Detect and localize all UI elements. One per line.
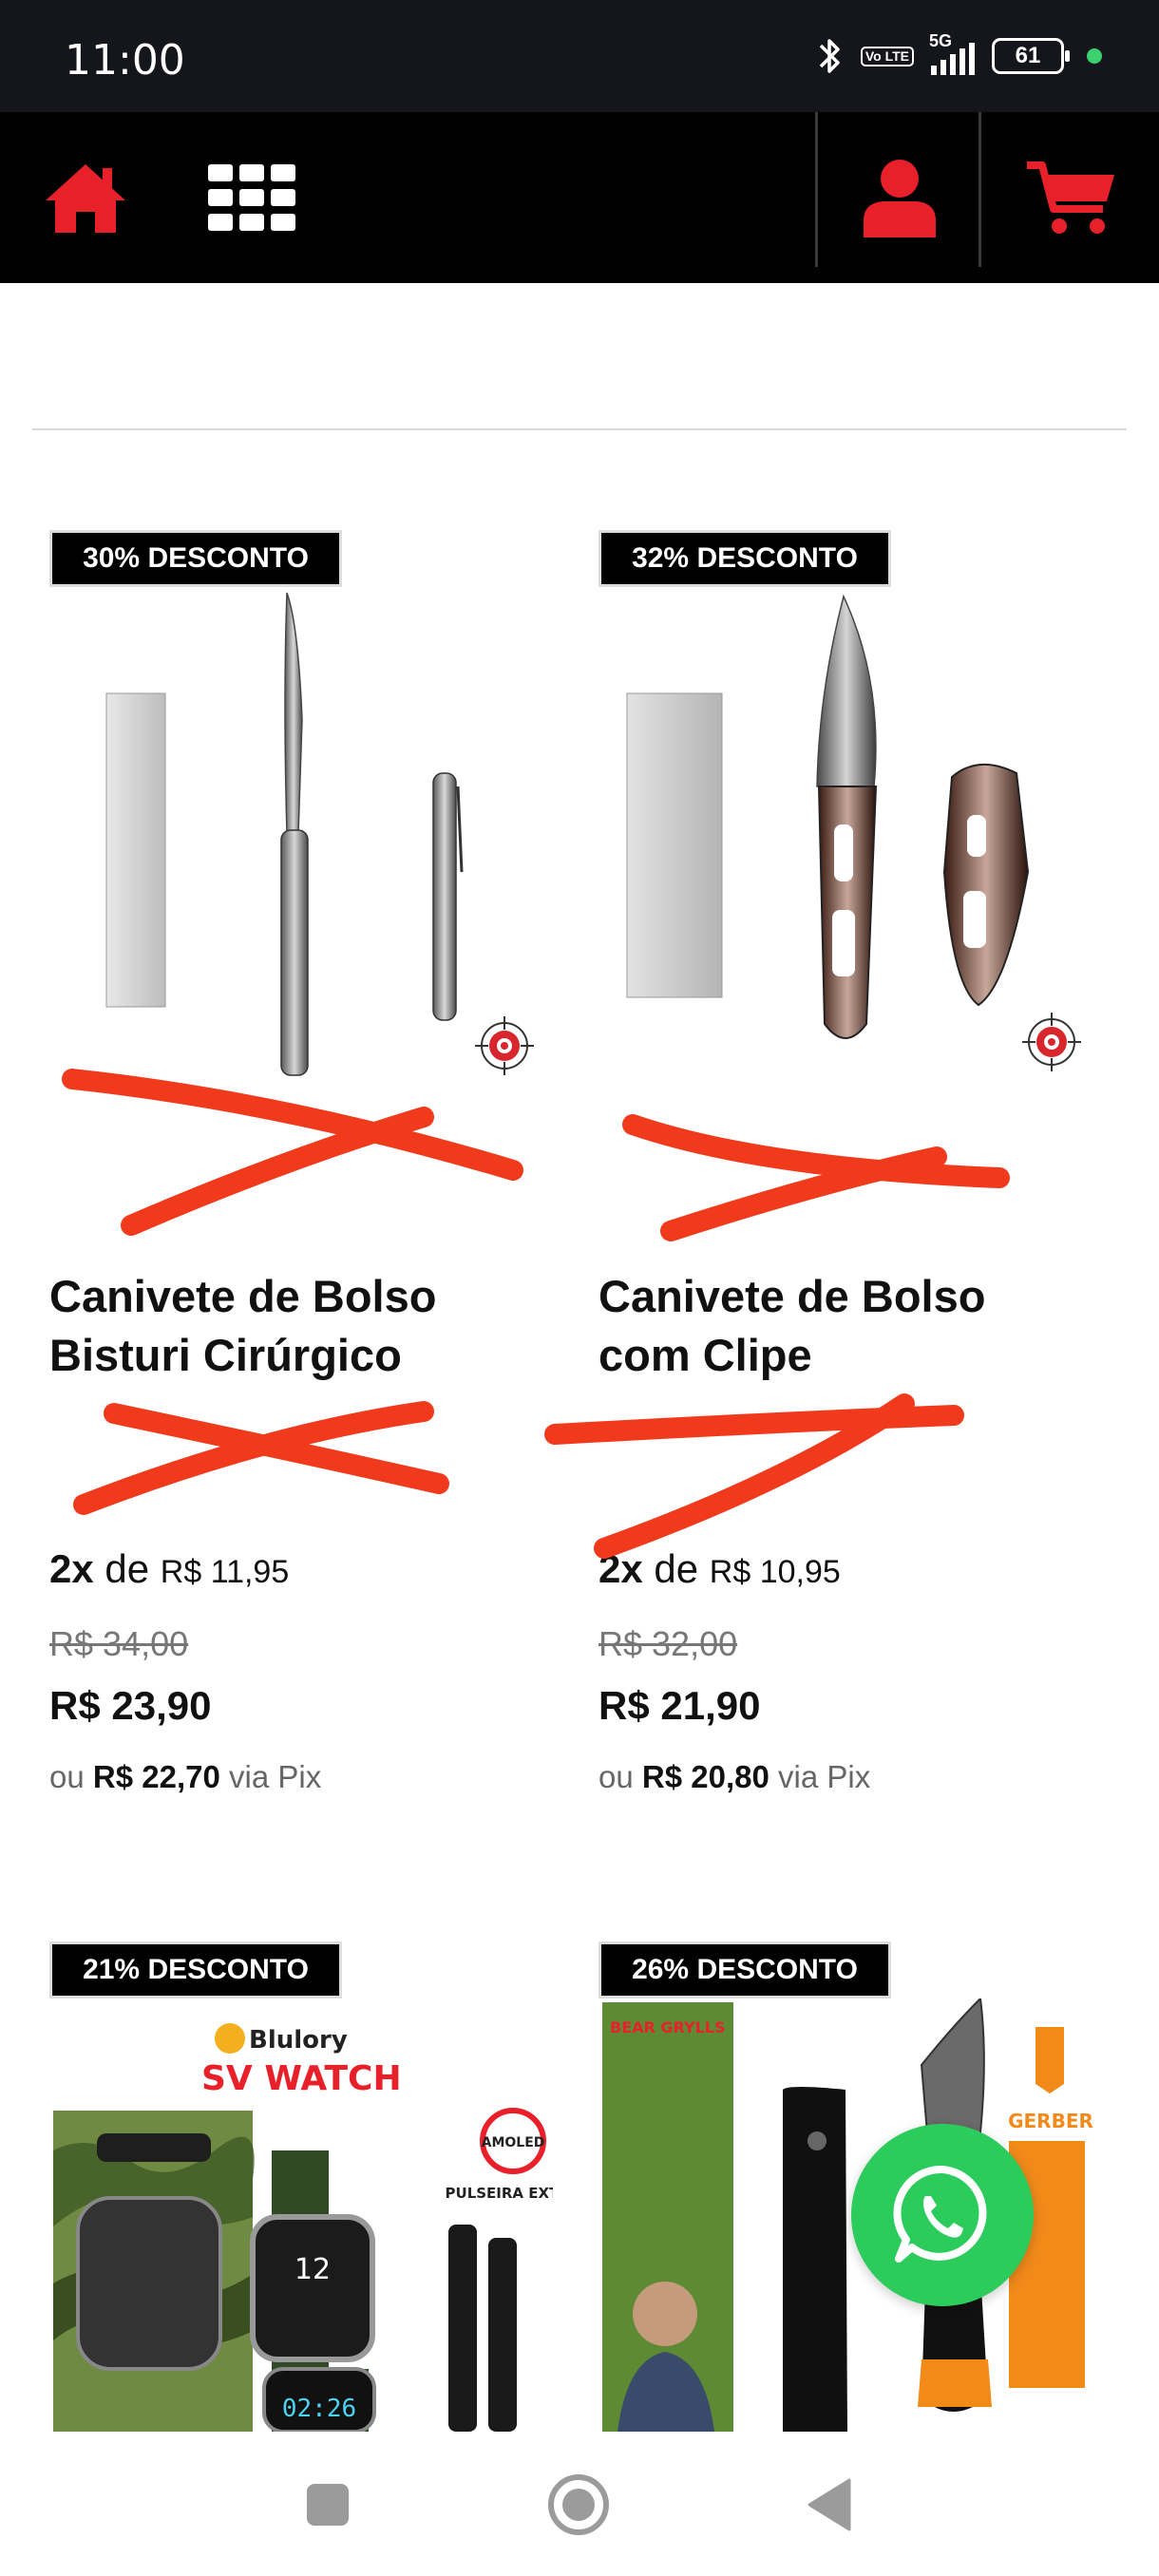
installment-count: 2x — [598, 1546, 643, 1591]
nav-divider — [815, 112, 818, 267]
gerber-text: GERBER — [1008, 2110, 1093, 2132]
back-icon — [808, 2478, 851, 2531]
product-image[interactable] — [598, 587, 1102, 1081]
home-system-button[interactable] — [536, 2462, 621, 2548]
product-card[interactable]: 32% DESCONTO Canivete de Bolso com Clipe… — [598, 530, 1130, 1841]
system-navigation-bar — [0, 2432, 1159, 2576]
battery-level: 61 — [1015, 43, 1041, 68]
discount-badge: 21% DESCONTO — [49, 1941, 342, 1998]
product-card[interactable]: 30% DESCONTO Canivete de Bolso Bisturi C… — [49, 530, 581, 1841]
product-title[interactable]: Canivete de Bolso Bisturi Cirúrgico — [49, 1267, 562, 1385]
pix-suffix: via Pix — [778, 1759, 871, 1794]
installment-value: R$ 10,95 — [709, 1554, 841, 1590]
back-button[interactable] — [787, 2462, 872, 2548]
home-icon — [46, 164, 125, 233]
discount-badge: 26% DESCONTO — [598, 1941, 891, 1998]
product-title-line: Bisturi Cirúrgico — [49, 1330, 402, 1380]
product-image[interactable]: 12 02:26 Blulory SV WATCH AMOLED PULSEIR… — [49, 1998, 553, 2432]
old-price: R$ 32,00 — [598, 1624, 738, 1663]
watch-time-text: 12 — [294, 2253, 331, 2286]
brand-text: Blulory — [249, 2026, 348, 2055]
product-card[interactable]: 21% DESCONTO 12 02:26 Blulory SV WATCH A… — [49, 1941, 581, 2432]
battery-icon: 61 — [992, 38, 1070, 74]
status-time: 11:00 — [65, 36, 185, 85]
nav-divider — [978, 112, 981, 267]
product-title-line: com Clipe — [598, 1330, 812, 1380]
pix-prefix: ou — [49, 1759, 85, 1794]
current-price: R$ 21,90 — [598, 1683, 761, 1728]
whatsapp-button[interactable] — [851, 2124, 1034, 2306]
account-button[interactable] — [819, 112, 980, 283]
status-bar: 11:00 Vo LTE 5G 61 — [0, 0, 1159, 112]
installment-info: 2x de R$ 10,95 — [598, 1546, 841, 1592]
network-type-label: 5G — [929, 31, 953, 50]
home-button[interactable] — [28, 112, 142, 283]
amoled-text: AMOLED — [482, 2135, 545, 2150]
installment-de: de — [654, 1546, 699, 1591]
product-name-text: SV WATCH — [201, 2059, 402, 2098]
cart-icon — [1027, 161, 1114, 234]
pix-prefix: ou — [598, 1759, 634, 1794]
current-price: R$ 23,90 — [49, 1683, 212, 1728]
volte-icon: Vo LTE — [860, 46, 914, 66]
strap-text: PULSEIRA EXTRA — [446, 2185, 553, 2202]
target-icon — [1022, 1013, 1081, 1071]
installment-count: 2x — [49, 1546, 94, 1591]
pix-value: R$ 20,80 — [641, 1759, 770, 1794]
signal-icon: 5G — [929, 31, 975, 75]
recents-button[interactable] — [285, 2462, 370, 2548]
product-title-line: Canivete de Bolso — [598, 1271, 986, 1321]
top-navigation — [0, 112, 1159, 283]
old-price: R$ 34,00 — [49, 1624, 189, 1663]
cart-button[interactable] — [982, 112, 1159, 283]
installment-de: de — [104, 1546, 150, 1591]
discount-badge: 30% DESCONTO — [49, 530, 342, 587]
installment-value: R$ 11,95 — [160, 1554, 290, 1590]
bluetooth-icon — [819, 39, 840, 73]
target-icon — [475, 1016, 534, 1075]
pix-value: R$ 22,70 — [92, 1759, 220, 1794]
menu-button[interactable] — [190, 112, 314, 283]
recents-icon — [307, 2484, 349, 2526]
installment-info: 2x de R$ 11,95 — [49, 1546, 289, 1592]
pix-price: ou R$ 20,80 via Pix — [598, 1759, 870, 1795]
home-circle-icon — [548, 2474, 609, 2535]
grid-menu-icon — [208, 164, 295, 231]
pix-price: ou R$ 22,70 via Pix — [49, 1759, 321, 1795]
product-title[interactable]: Canivete de Bolso com Clipe — [598, 1267, 1112, 1385]
discount-badge: 32% DESCONTO — [598, 530, 891, 587]
watch-digital-time: 02:26 — [282, 2395, 356, 2423]
product-image[interactable] — [49, 587, 553, 1081]
section-divider — [32, 428, 1127, 430]
user-icon — [864, 160, 936, 237]
series-text: BEAR GRYLLS — [610, 2018, 725, 2036]
pix-suffix: via Pix — [229, 1759, 322, 1794]
privacy-dot-icon — [1087, 48, 1102, 64]
status-icons: Vo LTE 5G 61 — [815, 31, 1102, 78]
whatsapp-icon — [893, 2165, 987, 2263]
product-title-line: Canivete de Bolso — [49, 1271, 437, 1321]
